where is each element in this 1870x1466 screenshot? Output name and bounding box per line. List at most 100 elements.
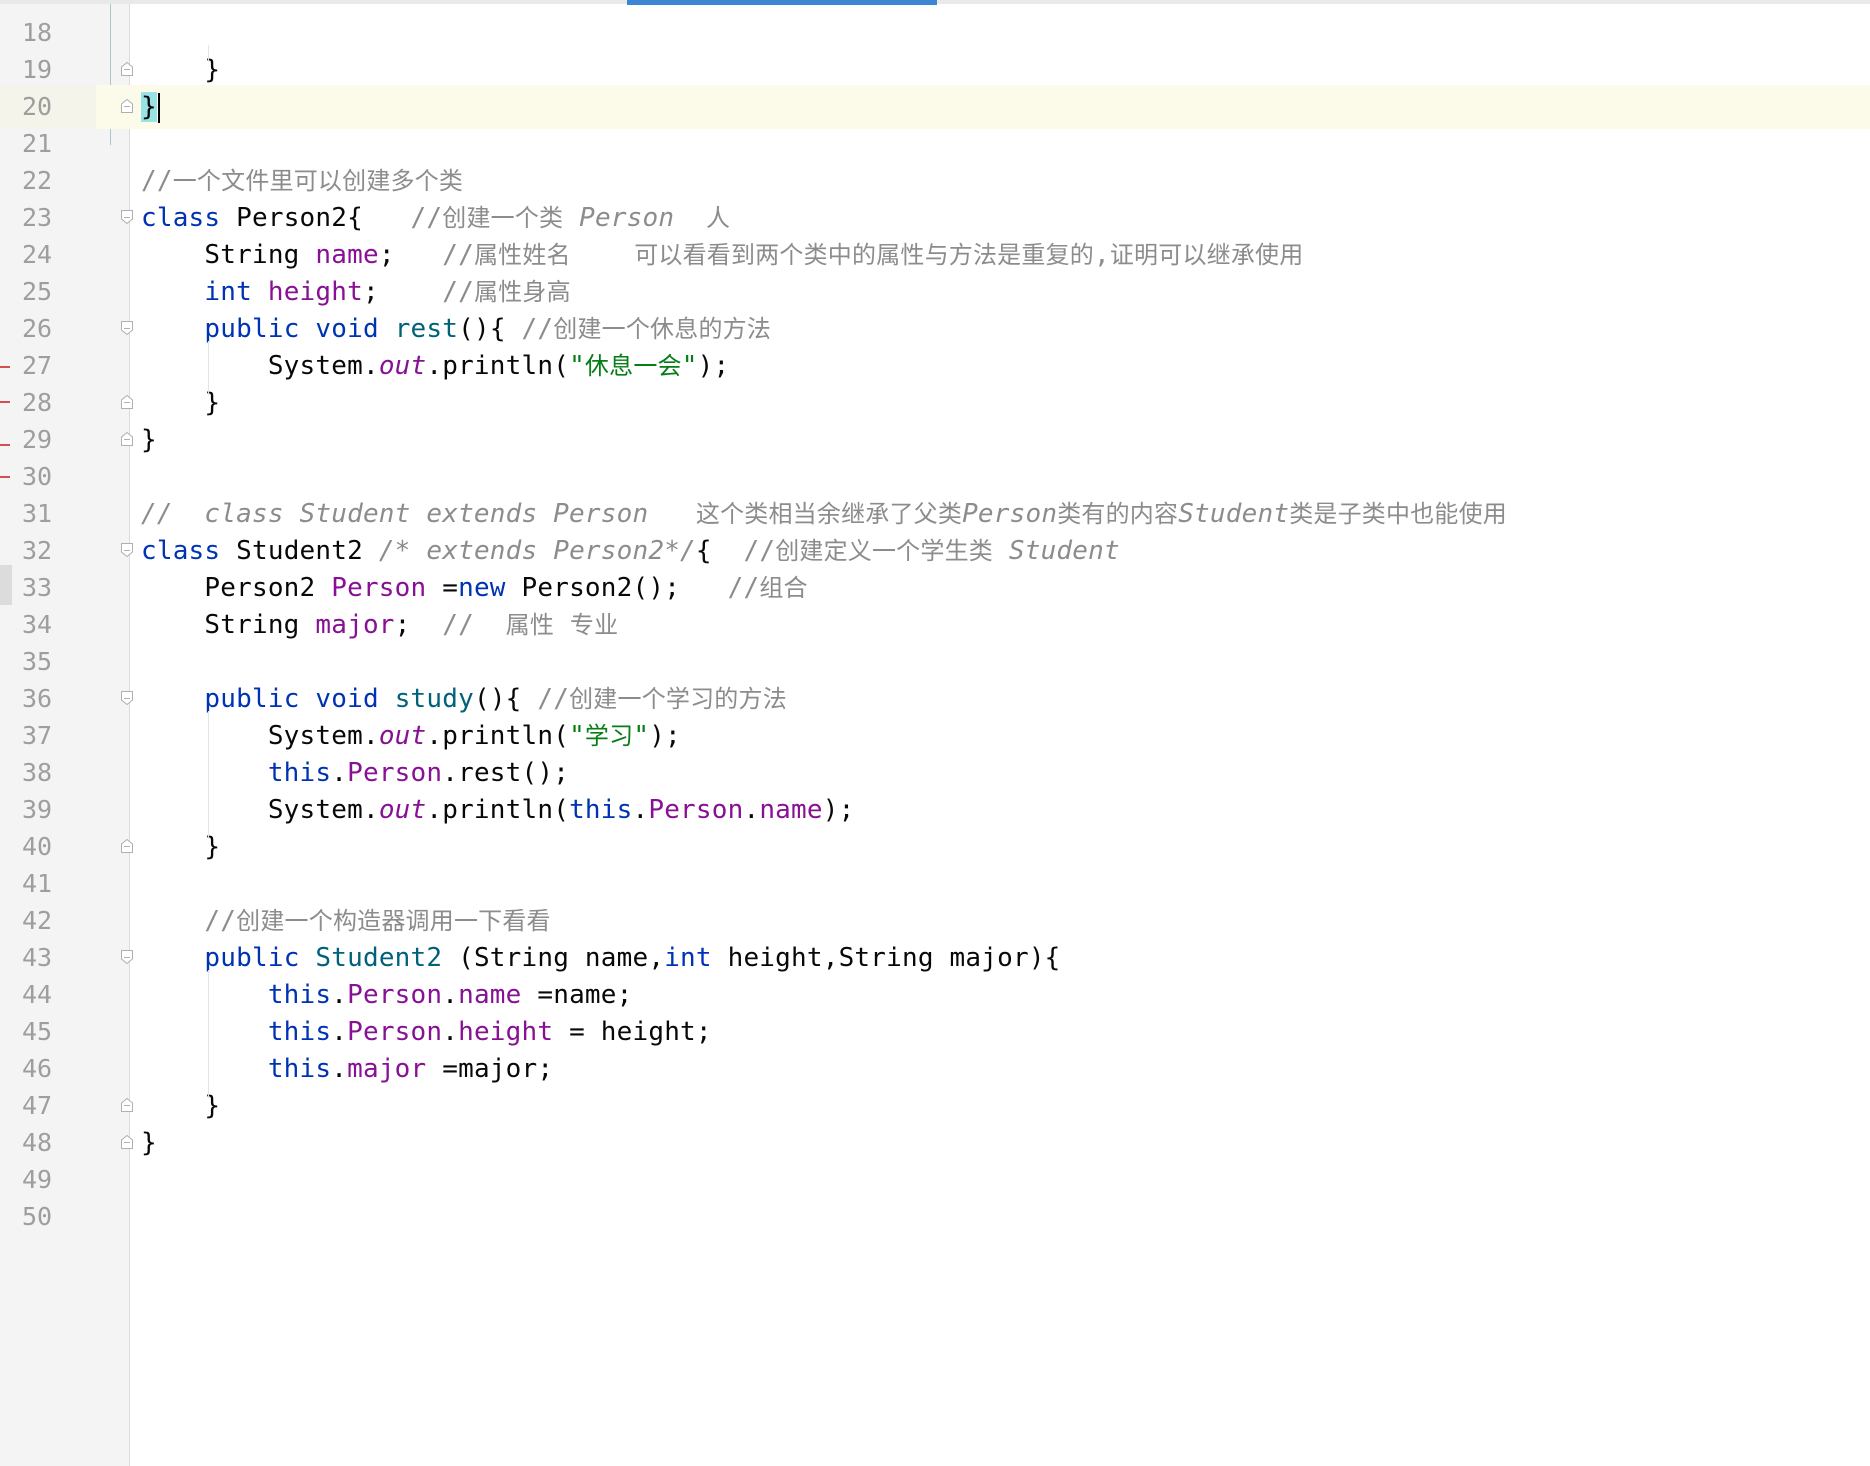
fold-expand-icon[interactable]: [120, 690, 134, 706]
fold-collapse-icon[interactable]: [120, 394, 134, 410]
fold-collapse-icon[interactable]: [120, 98, 134, 114]
code-token: this: [267, 1054, 332, 1084]
code-token: .println(: [426, 795, 570, 825]
code-token: .: [632, 795, 649, 825]
code-token: .println(: [426, 721, 570, 751]
code-token: Student: [1008, 536, 1120, 566]
fold-expand-icon[interactable]: [120, 542, 134, 558]
code-token: // 属性 专业: [442, 610, 619, 640]
change-marker: [0, 476, 10, 478]
code-token: System.: [141, 721, 379, 751]
code-token: String: [141, 610, 316, 640]
fold-expand-icon[interactable]: [120, 949, 134, 965]
code-token: height,String major){: [711, 943, 1061, 973]
code-token: class: [141, 536, 221, 566]
code-token: //创建一个学习的方法: [537, 684, 787, 714]
code-token: Person: [347, 1017, 443, 1047]
fold-expand-icon[interactable]: [120, 320, 134, 336]
code-token: this: [267, 980, 332, 1010]
code-token: this: [267, 758, 332, 788]
code-token: =major;: [426, 1054, 554, 1084]
code-token: System.: [141, 351, 379, 381]
code-token: {: [695, 536, 744, 566]
code-token: new: [458, 573, 506, 603]
code-token: .println(: [426, 351, 570, 381]
indent-guide: [208, 45, 209, 62]
code-token: //属性姓名 可以看看到两个类中的属性与方法是重复的,证明可以继承使用: [442, 240, 1304, 270]
code-token: "休息一会": [569, 351, 698, 381]
code-editor[interactable]: 18 19 } 20} 21 22//一个文件里可以创建多个类 23 class Perso…: [0, 0, 1870, 1466]
code-token: Person: [648, 795, 744, 825]
code-token: Person2{: [220, 203, 411, 233]
code-token: .: [331, 980, 348, 1010]
code-token: Student2: [220, 536, 379, 566]
fold-collapse-icon[interactable]: [120, 1097, 134, 1113]
change-marker: [0, 401, 10, 403]
code-token: (String name,: [442, 943, 665, 973]
code-token: String: [141, 240, 316, 270]
code-token: public: [204, 684, 300, 714]
fold-collapse-icon[interactable]: [120, 838, 134, 854]
code-token: rest: [394, 314, 459, 344]
code-token: out: [378, 351, 427, 381]
code-token: System.: [141, 795, 379, 825]
code-token: =: [426, 573, 459, 603]
fold-expand-icon[interactable]: [120, 209, 134, 225]
code-token: (){: [458, 314, 522, 344]
fold-collapse-icon[interactable]: [120, 431, 134, 447]
code-token: Student2: [315, 943, 443, 973]
code-token: Person: [579, 203, 675, 233]
code-token: //一个文件里可以创建多个类: [141, 166, 464, 196]
fold-collapse-icon[interactable]: [120, 1134, 134, 1150]
code-token: //创建一个类: [410, 203, 564, 233]
code-line[interactable]: 50: [0, 1195, 1870, 1239]
change-marker: [0, 444, 10, 446]
code-token: .: [442, 1017, 459, 1047]
code-token: );: [822, 795, 855, 825]
code-token: Person: [962, 499, 1058, 529]
code-token: Person: [347, 980, 443, 1010]
code-token: = height;: [553, 1017, 712, 1047]
code-token: //创建一个休息的方法: [521, 314, 772, 344]
code-token: class: [141, 203, 221, 233]
code-token: name: [315, 240, 379, 270]
fold-collapse-icon[interactable]: [120, 61, 134, 77]
line-number[interactable]: 50: [0, 1195, 96, 1239]
code-token: major: [347, 1054, 427, 1084]
code-token: //属性身高: [442, 277, 571, 307]
code-token: (){: [473, 684, 538, 714]
code-token: Student: [1178, 499, 1290, 529]
code-token: "学习": [569, 721, 650, 751]
code-token: }: [141, 1128, 157, 1158]
code-token: out: [378, 721, 427, 751]
code-token: //创建一个构造器调用一下看看: [204, 906, 551, 936]
indent-guide: [208, 341, 209, 395]
code-token: name: [759, 795, 823, 825]
code-token: /* extends Person2*/: [378, 536, 696, 566]
change-marker: [0, 366, 10, 368]
code-token: height: [267, 277, 363, 307]
code-token: public: [204, 314, 300, 344]
code-token: 类有的内容: [1057, 500, 1179, 528]
code-token: ;: [378, 240, 443, 270]
code-token: 人: [705, 204, 731, 232]
code-token: .: [331, 1017, 348, 1047]
code-token: study: [394, 684, 474, 714]
code-token: ;: [394, 610, 443, 640]
code-token: ;: [362, 277, 443, 307]
code-token: 类是子类中也能使用: [1289, 500, 1507, 528]
code-token: this: [569, 795, 633, 825]
code-token: );: [697, 351, 730, 381]
code-token: );: [649, 721, 681, 751]
code-token: }: [141, 92, 157, 122]
